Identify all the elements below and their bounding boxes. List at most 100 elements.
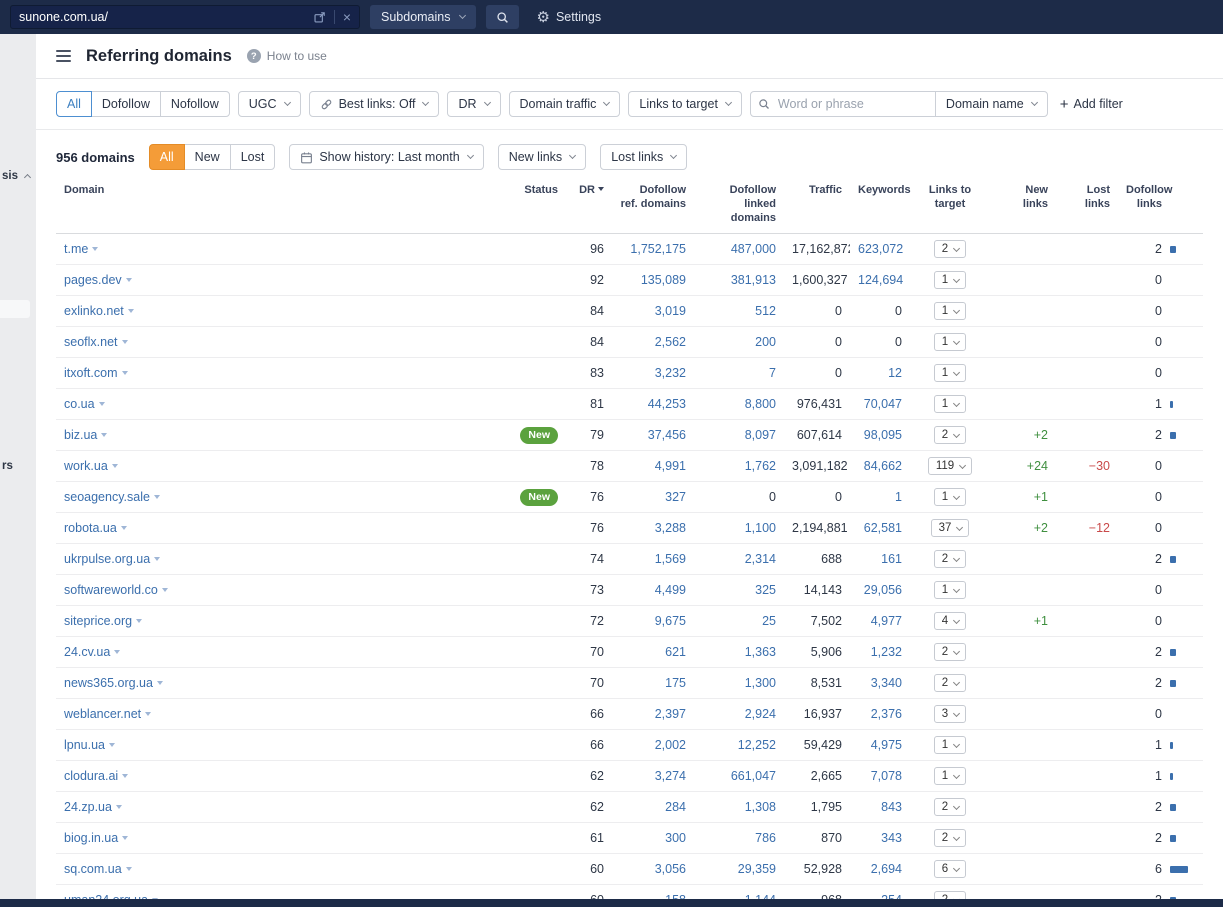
dofollow-ref-domains-link[interactable]: 2,002 bbox=[655, 738, 686, 752]
links-to-target-dropdown[interactable]: 2 bbox=[933, 550, 967, 569]
dofollow-linked-domains-link[interactable]: 512 bbox=[755, 304, 776, 318]
filter-dofollow-button[interactable]: Dofollow bbox=[90, 91, 161, 117]
column-header-dofollow-linked-domains[interactable]: Dofollow linked domains bbox=[694, 170, 784, 235]
keywords-link[interactable]: 843 bbox=[881, 800, 902, 814]
new-links-value[interactable]: +2 bbox=[1034, 521, 1048, 535]
dofollow-linked-domains-link[interactable]: 0 bbox=[769, 490, 776, 504]
sidebar-item-fragment-analysis[interactable]: sis bbox=[2, 170, 32, 182]
domain-link[interactable]: seoflx.net bbox=[64, 335, 128, 349]
dofollow-ref-domains-link[interactable]: 300 bbox=[665, 831, 686, 845]
domain-link[interactable]: lpnu.ua bbox=[64, 738, 116, 752]
column-header-traffic[interactable]: Traffic bbox=[784, 170, 850, 235]
links-to-target-dropdown[interactable]: 3 bbox=[933, 705, 967, 724]
lost-links-dropdown[interactable]: Lost links bbox=[600, 144, 688, 170]
domain-link[interactable]: ukrpulse.org.ua bbox=[64, 552, 161, 566]
keywords-link[interactable]: 3,340 bbox=[871, 676, 902, 690]
links-to-target-dropdown[interactable]: 1 bbox=[933, 333, 967, 352]
domain-link[interactable]: biz.ua bbox=[64, 428, 108, 442]
domain-name-dropdown[interactable]: Domain name bbox=[934, 91, 1048, 117]
dofollow-linked-domains-link[interactable]: 8,800 bbox=[745, 397, 776, 411]
status-all-button[interactable]: All bbox=[148, 144, 185, 170]
dofollow-linked-domains-link[interactable]: 786 bbox=[755, 831, 776, 845]
dofollow-ref-domains-link[interactable]: 3,019 bbox=[655, 304, 686, 318]
column-header-domain[interactable]: Domain bbox=[56, 170, 496, 235]
dofollow-ref-domains-link[interactable]: 44,253 bbox=[648, 397, 686, 411]
add-filter-button[interactable]: + Add filter bbox=[1060, 97, 1123, 112]
domain-link[interactable]: news365.org.ua bbox=[64, 676, 163, 690]
links-to-target-dropdown[interactable]: 2 bbox=[933, 798, 967, 817]
dofollow-ref-domains-link[interactable]: 4,991 bbox=[655, 459, 686, 473]
domain-link[interactable]: 24.zp.ua bbox=[64, 800, 122, 814]
keywords-link[interactable]: 1 bbox=[895, 490, 902, 504]
links-to-target-dropdown[interactable]: 6 bbox=[933, 860, 967, 879]
dofollow-linked-domains-link[interactable]: 8,097 bbox=[745, 428, 776, 442]
keywords-link[interactable]: 343 bbox=[881, 831, 902, 845]
dofollow-ref-domains-link[interactable]: 1,752,175 bbox=[630, 242, 686, 256]
keywords-link[interactable]: 12 bbox=[888, 366, 902, 380]
links-to-target-dropdown[interactable]: 2 bbox=[933, 674, 967, 693]
links-to-target-dropdown[interactable]: 2 bbox=[933, 829, 967, 848]
dofollow-linked-domains-link[interactable]: 29,359 bbox=[738, 862, 776, 876]
keywords-link[interactable]: 2,694 bbox=[871, 862, 902, 876]
keywords-link[interactable]: 1,232 bbox=[871, 645, 902, 659]
filter-all-button[interactable]: All bbox=[56, 91, 92, 117]
column-header-dofollow-ref-domains[interactable]: Dofollow ref. domains bbox=[612, 170, 694, 235]
domain-link[interactable]: sq.com.ua bbox=[64, 862, 132, 876]
domain-link[interactable]: robota.ua bbox=[64, 521, 127, 535]
dofollow-linked-domains-link[interactable]: 661,047 bbox=[731, 769, 776, 783]
links-to-target-dropdown[interactable]: 2 bbox=[933, 426, 967, 445]
domain-link[interactable]: itxoft.com bbox=[64, 366, 128, 380]
links-to-target-dropdown[interactable]: 119 bbox=[927, 457, 973, 476]
keywords-link[interactable]: 4,975 bbox=[871, 738, 902, 752]
keywords-link[interactable]: 4,977 bbox=[871, 614, 902, 628]
dofollow-ref-domains-link[interactable]: 3,232 bbox=[655, 366, 686, 380]
links-to-target-dropdown[interactable]: 1 bbox=[933, 581, 967, 600]
domain-link[interactable]: weblancer.net bbox=[64, 707, 152, 721]
links-to-target-dropdown[interactable]: 1 bbox=[933, 488, 967, 507]
dofollow-ref-domains-link[interactable]: 1,569 bbox=[655, 552, 686, 566]
dofollow-ref-domains-link[interactable]: 4,499 bbox=[655, 583, 686, 597]
dofollow-linked-domains-link[interactable]: 2,314 bbox=[745, 552, 776, 566]
word-or-phrase-input[interactable] bbox=[749, 91, 936, 117]
dofollow-linked-domains-link[interactable]: 1,300 bbox=[745, 676, 776, 690]
links-to-target-dropdown[interactable]: 4 bbox=[933, 612, 967, 631]
column-header-new-links[interactable]: New links bbox=[990, 170, 1056, 235]
domain-link[interactable]: softwareworld.co bbox=[64, 583, 168, 597]
links-to-target-dropdown[interactable]: 1 bbox=[933, 395, 967, 414]
new-links-value[interactable]: +1 bbox=[1034, 490, 1048, 504]
domain-link[interactable]: 24.cv.ua bbox=[64, 645, 121, 659]
dofollow-linked-domains-link[interactable]: 487,000 bbox=[731, 242, 776, 256]
column-header-dofollow-links[interactable]: Dofollow links bbox=[1118, 170, 1172, 235]
menu-icon[interactable] bbox=[56, 47, 71, 65]
target-url-box[interactable]: sunone.com.ua/ × bbox=[10, 5, 360, 29]
column-header-links-to-target[interactable]: Links to target bbox=[910, 170, 990, 235]
new-links-value[interactable]: +1 bbox=[1034, 614, 1048, 628]
subdomains-dropdown[interactable]: Subdomains bbox=[370, 5, 476, 29]
domain-link[interactable]: clodura.ai bbox=[64, 769, 129, 783]
dofollow-linked-domains-link[interactable]: 1,100 bbox=[745, 521, 776, 535]
dofollow-ref-domains-link[interactable]: 37,456 bbox=[648, 428, 686, 442]
status-new-button[interactable]: New bbox=[183, 144, 231, 170]
dofollow-ref-domains-link[interactable]: 2,562 bbox=[655, 335, 686, 349]
settings-button[interactable]: ⚙ Settings bbox=[537, 10, 602, 25]
dofollow-linked-domains-link[interactable]: 12,252 bbox=[738, 738, 776, 752]
keywords-link[interactable]: 2,376 bbox=[871, 707, 902, 721]
external-link-icon[interactable] bbox=[313, 11, 326, 24]
keywords-link[interactable]: 29,056 bbox=[864, 583, 902, 597]
ugc-dropdown[interactable]: UGC bbox=[237, 91, 301, 117]
search-button[interactable] bbox=[485, 5, 519, 29]
domain-link[interactable]: pages.dev bbox=[64, 273, 132, 287]
dofollow-linked-domains-link[interactable]: 1,363 bbox=[745, 645, 776, 659]
dofollow-linked-domains-link[interactable]: 7 bbox=[769, 366, 776, 380]
dofollow-ref-domains-link[interactable]: 135,089 bbox=[641, 273, 686, 287]
dofollow-linked-domains-link[interactable]: 325 bbox=[755, 583, 776, 597]
links-to-target-dropdown[interactable]: 2 bbox=[933, 643, 967, 662]
dofollow-ref-domains-link[interactable]: 175 bbox=[665, 676, 686, 690]
links-to-target-dropdown[interactable]: 1 bbox=[933, 767, 967, 786]
links-to-target-dropdown[interactable]: 37 bbox=[930, 519, 970, 538]
links-to-target-dropdown-filter[interactable]: Links to target bbox=[628, 91, 742, 117]
keywords-link[interactable]: 161 bbox=[881, 552, 902, 566]
dofollow-linked-domains-link[interactable]: 2,924 bbox=[745, 707, 776, 721]
domain-link[interactable]: siteprice.org bbox=[64, 614, 143, 628]
dofollow-ref-domains-link[interactable]: 9,675 bbox=[655, 614, 686, 628]
